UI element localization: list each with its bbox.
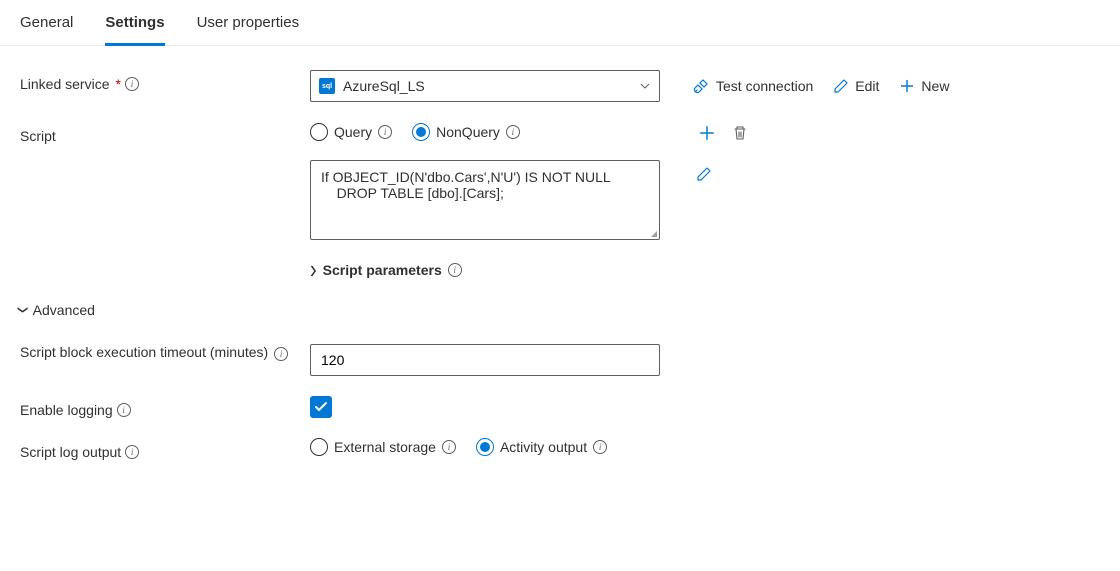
info-icon[interactable]: i [448, 263, 462, 277]
required-mark: * [116, 76, 121, 92]
log-output-label: Script log output i [20, 438, 310, 460]
pencil-icon [696, 166, 712, 182]
info-icon[interactable]: i [125, 445, 139, 459]
chevron-down-icon [20, 300, 27, 320]
enable-logging-checkbox[interactable] [310, 396, 332, 418]
tab-settings[interactable]: Settings [105, 0, 164, 46]
delete-script-button[interactable] [732, 125, 748, 141]
info-icon[interactable]: i [125, 77, 139, 91]
test-connection-button[interactable]: Test connection [692, 77, 813, 95]
linked-service-dropdown[interactable]: sql AzureSql_LS [310, 70, 660, 102]
radio-nonquery[interactable]: NonQuery i [412, 123, 520, 141]
radio-query[interactable]: Query i [310, 123, 392, 141]
plus-icon [698, 124, 716, 142]
info-icon[interactable]: i [593, 440, 607, 454]
script-parameters-toggle[interactable]: Script parameters i [310, 260, 1100, 280]
new-button[interactable]: New [899, 78, 949, 94]
pencil-icon [833, 78, 849, 94]
edit-button[interactable]: Edit [833, 78, 879, 94]
radio-activity-output[interactable]: Activity output i [476, 438, 607, 456]
sql-icon: sql [319, 78, 335, 94]
enable-logging-label: Enable logging i [20, 396, 310, 418]
add-script-button[interactable] [698, 124, 716, 142]
tab-user-properties[interactable]: User properties [197, 0, 300, 45]
timeout-input[interactable] [310, 344, 660, 376]
info-icon[interactable]: i [378, 125, 392, 139]
timeout-label: Script block execution timeout (minutes)… [20, 344, 310, 361]
linked-service-value: AzureSql_LS [343, 78, 631, 94]
radio-icon [310, 438, 328, 456]
plug-icon [692, 77, 710, 95]
chevron-down-icon [639, 80, 651, 92]
check-icon [314, 400, 328, 414]
radio-icon [476, 438, 494, 456]
script-label: Script [20, 122, 310, 144]
edit-script-button[interactable] [696, 166, 712, 182]
plus-icon [899, 78, 915, 94]
radio-icon [310, 123, 328, 141]
info-icon[interactable]: i [274, 347, 288, 361]
linked-service-label: Linked service * i [20, 70, 310, 92]
script-textarea[interactable]: If OBJECT_ID(N'dbo.Cars',N'U') IS NOT NU… [310, 160, 660, 240]
chevron-right-icon [310, 260, 317, 280]
radio-external-storage[interactable]: External storage i [310, 438, 456, 456]
settings-panel: Linked service * i sql AzureSql_LS Test … [0, 46, 1120, 504]
tab-general[interactable]: General [20, 0, 73, 45]
trash-icon [732, 125, 748, 141]
advanced-toggle[interactable]: Advanced [20, 300, 1100, 320]
info-icon[interactable]: i [442, 440, 456, 454]
radio-icon [412, 123, 430, 141]
info-icon[interactable]: i [117, 403, 131, 417]
info-icon[interactable]: i [506, 125, 520, 139]
tabs-bar: General Settings User properties [0, 0, 1120, 46]
